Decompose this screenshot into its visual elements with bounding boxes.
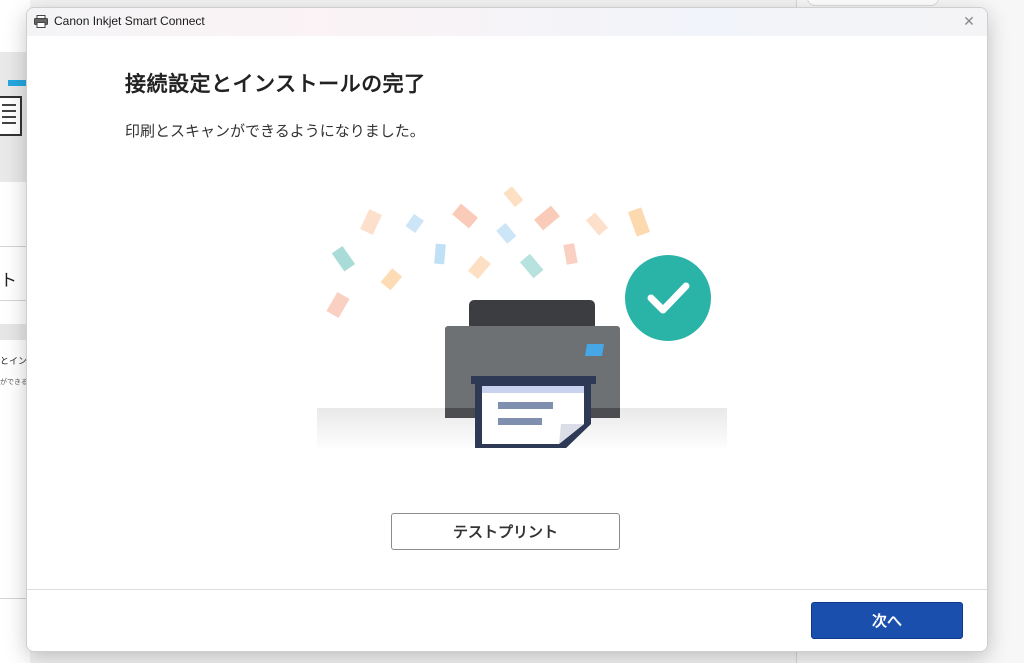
- page-title: 接続設定とインストールの完了: [125, 72, 426, 96]
- printer-icon: [34, 15, 48, 28]
- document-icon: [0, 96, 22, 136]
- setup-dialog: Canon Inkjet Smart Connect ✕ 接続設定とインストール…: [26, 7, 988, 652]
- background-card: [807, 0, 939, 6]
- checkmark-icon: [625, 255, 711, 341]
- status-message: 印刷とスキャンができるようになりました。: [125, 122, 425, 140]
- close-icon[interactable]: ✕: [951, 8, 987, 36]
- setup-complete-illustration: [317, 186, 727, 448]
- dialog-footer: 次へ: [27, 589, 987, 651]
- next-button[interactable]: 次へ: [811, 602, 963, 639]
- title-bar[interactable]: Canon Inkjet Smart Connect ✕: [27, 8, 987, 36]
- window-title: Canon Inkjet Smart Connect: [54, 14, 205, 28]
- confetti: [326, 186, 651, 319]
- test-print-button[interactable]: テストプリント: [391, 513, 620, 550]
